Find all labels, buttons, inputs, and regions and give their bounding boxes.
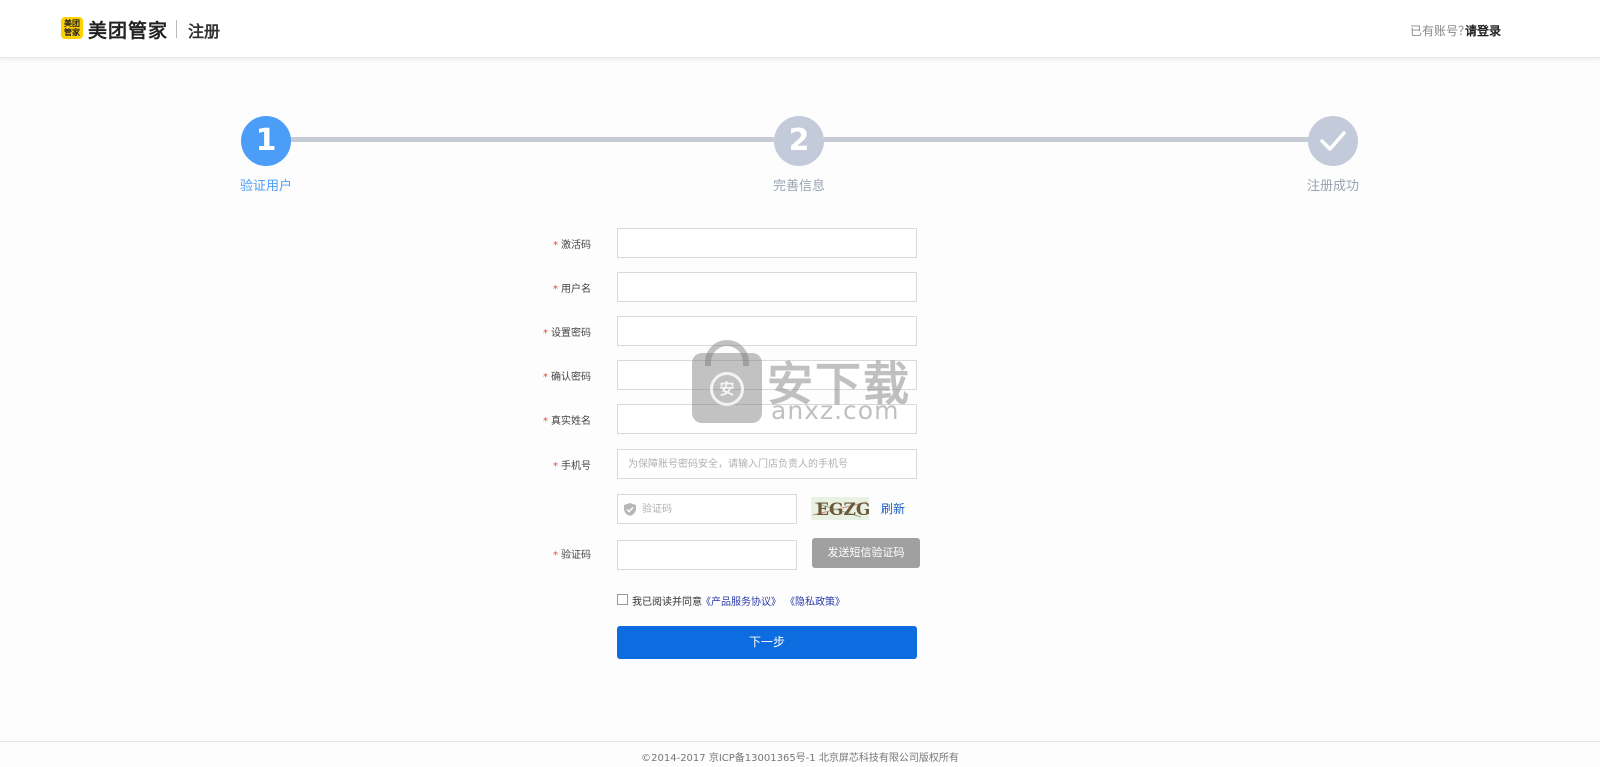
watermark-glyph: 安	[710, 372, 744, 406]
brand-name: 美团管家	[88, 20, 169, 42]
privacy-policy-link[interactable]: 《隐私政策》	[785, 593, 845, 608]
meituan-logo: 美团 管家	[61, 17, 83, 39]
step-3-circle	[1308, 116, 1358, 166]
captcha-field[interactable]	[617, 494, 797, 524]
agreement-text: 我已阅读并同意	[632, 597, 702, 608]
captcha-input[interactable]	[642, 495, 792, 523]
phone-input[interactable]	[617, 449, 917, 479]
shield-icon	[624, 503, 636, 516]
step-3-label: 注册成功	[1307, 179, 1360, 194]
watermark-url: anxz.com	[771, 396, 900, 425]
agreement-checkbox[interactable]	[617, 594, 628, 605]
captcha-refresh-link[interactable]: 刷新	[881, 500, 905, 517]
page-title: 注册	[188, 22, 221, 41]
real-name-label: * 真实姓名	[543, 416, 591, 427]
sms-code-label: * 验证码	[553, 550, 591, 561]
activation-code-label: * 激活码	[553, 240, 591, 251]
step-2-label: 完善信息	[773, 179, 826, 194]
step-2-circle: 2	[774, 116, 824, 166]
password-input[interactable]	[617, 316, 917, 346]
username-input[interactable]	[617, 272, 917, 302]
brand-divider	[176, 20, 177, 38]
captcha-image[interactable]: EGZG	[811, 497, 869, 520]
footer-copyright: ©2014-2017 京ICP备13001365号-1 北京屏芯科技有限公司版权…	[641, 753, 959, 764]
step-connector-1	[286, 137, 774, 142]
password-label: * 设置密码	[543, 328, 591, 339]
check-icon	[1320, 131, 1346, 151]
footer-divider	[0, 741, 1600, 742]
phone-label: * 手机号	[553, 461, 591, 472]
confirm-password-label: * 确认密码	[543, 372, 591, 383]
login-link[interactable]: 请登录	[1465, 22, 1501, 39]
svg-text:EGZG: EGZG	[816, 500, 869, 520]
service-agreement-link[interactable]: 《产品服务协议》	[701, 593, 781, 608]
activation-code-input[interactable]	[617, 228, 917, 258]
next-step-button[interactable]: 下一步	[617, 626, 917, 659]
step-1-label: 验证用户	[240, 179, 293, 194]
sms-code-input[interactable]	[617, 540, 797, 570]
step-connector-2	[824, 137, 1312, 142]
login-prompt: 已有账号？	[1409, 24, 1470, 38]
username-label: * 用户名	[553, 284, 591, 295]
send-sms-button[interactable]: 发送短信验证码	[812, 538, 920, 568]
step-1-circle: 1	[241, 116, 291, 166]
top-header: 美团 管家 美团管家 注册 已有账号？ 请登录	[0, 0, 1600, 58]
